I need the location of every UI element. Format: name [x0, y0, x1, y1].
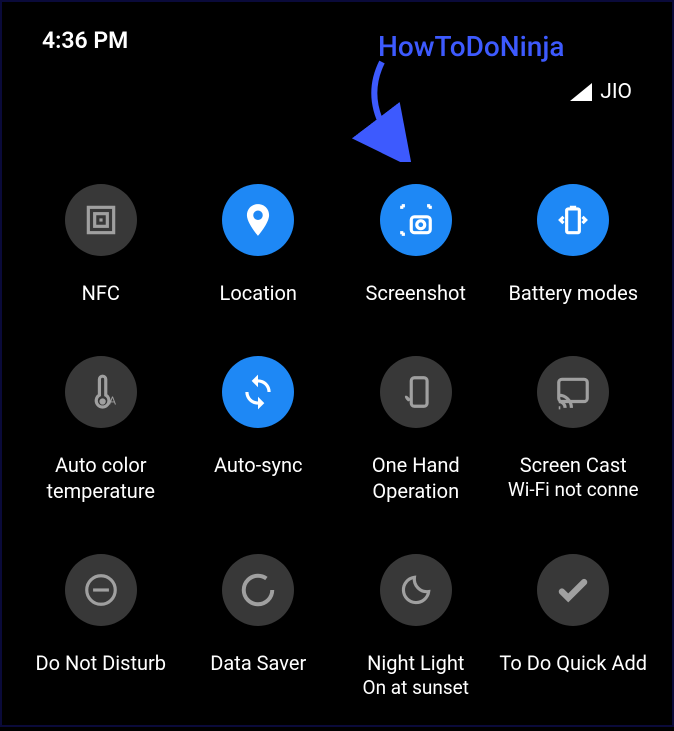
- datasaver-icon: [239, 571, 277, 609]
- tile-data-saver[interactable]: Data Saver: [180, 544, 338, 731]
- nfc-icon: [82, 201, 120, 239]
- tile-dnd-circle: [65, 554, 137, 626]
- tile-location[interactable]: Location: [180, 174, 338, 336]
- tile-temp-circle: A: [65, 356, 137, 428]
- tile-screenshot-circle: [380, 184, 452, 256]
- tile-one-hand-operation[interactable]: One Hand Operation: [337, 346, 495, 534]
- moon-icon: [397, 571, 435, 609]
- status-time: 4:36 PM: [42, 27, 128, 54]
- tile-label: Screenshot: [366, 280, 466, 306]
- dnd-icon: [82, 571, 120, 609]
- tile-onehand-circle: [380, 356, 452, 428]
- tile-battery-circle: [537, 184, 609, 256]
- tile-screenshot[interactable]: Screenshot: [337, 174, 495, 336]
- tile-label: Night Light: [367, 650, 464, 676]
- quick-settings-grid: NFC Location Screenshot Battery modes: [2, 64, 672, 731]
- tile-location-circle: [222, 184, 294, 256]
- cast-icon: [554, 373, 592, 411]
- tile-sublabel: Wi-Fi not conne: [508, 478, 639, 503]
- tile-auto-sync[interactable]: Auto-sync: [180, 346, 338, 534]
- tile-nfc[interactable]: NFC: [22, 174, 180, 336]
- tile-label: NFC: [82, 280, 120, 306]
- onehand-icon: [397, 373, 435, 411]
- tile-label: One Hand Operation: [341, 452, 491, 504]
- tile-do-not-disturb[interactable]: Do Not Disturb: [22, 544, 180, 731]
- tile-cast-circle: [537, 356, 609, 428]
- status-bar: 4:36 PM: [2, 2, 672, 64]
- tile-label: Do Not Disturb: [35, 650, 166, 676]
- tile-label: To Do Quick Add: [499, 650, 647, 676]
- tile-nightlight-circle: [380, 554, 452, 626]
- tile-todo-quick-add[interactable]: To Do Quick Add: [495, 544, 653, 731]
- tile-nfc-circle: [65, 184, 137, 256]
- status-right: JIO: [570, 80, 632, 104]
- screenshot-icon: [397, 201, 435, 239]
- location-icon: [239, 201, 277, 239]
- tile-auto-color-temperature[interactable]: A Auto color temperature: [22, 346, 180, 534]
- sync-icon: [239, 373, 277, 411]
- tile-datasaver-circle: [222, 554, 294, 626]
- check-icon: [554, 571, 592, 609]
- tile-battery-modes[interactable]: Battery modes: [495, 174, 653, 336]
- tile-label: Auto color temperature: [26, 452, 176, 504]
- battery-icon: [554, 201, 592, 239]
- tile-label: Screen Cast: [520, 452, 627, 478]
- tile-label: Battery modes: [508, 280, 638, 306]
- signal-icon: [570, 83, 592, 101]
- tile-sync-circle: [222, 356, 294, 428]
- tile-todo-circle: [537, 554, 609, 626]
- tile-sublabel: On at sunset: [363, 676, 469, 701]
- svg-text:A: A: [109, 395, 117, 408]
- annotation-label: HowToDoNinja: [378, 30, 564, 63]
- tile-label: Data Saver: [210, 650, 306, 676]
- tile-night-light[interactable]: Night Light On at sunset: [337, 544, 495, 731]
- carrier-label: JIO: [600, 80, 632, 104]
- tile-screen-cast[interactable]: Screen Cast Wi-Fi not conne: [495, 346, 653, 534]
- thermometer-icon: A: [82, 373, 120, 411]
- tile-label: Location: [220, 280, 297, 306]
- tile-label: Auto-sync: [214, 452, 303, 478]
